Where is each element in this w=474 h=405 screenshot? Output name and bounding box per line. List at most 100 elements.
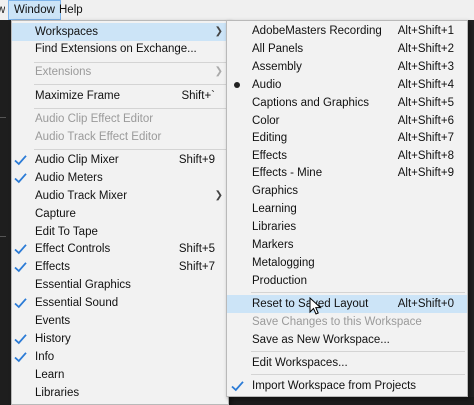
menu-item-label: Libraries (35, 387, 80, 399)
menu-item-label: Workspaces (35, 26, 99, 38)
menu-item-label: AdobeMasters Recording (252, 25, 382, 37)
checkmark-icon (14, 298, 27, 309)
menu-item-shortcut: Alt+Shift+2 (397, 43, 454, 55)
window-menu: Workspaces ❯ Find Extensions on Exchange… (11, 20, 229, 405)
menu-item-shortcut: Alt+Shift+3 (397, 61, 454, 73)
checkmark-icon (14, 262, 27, 273)
background-tick (0, 236, 6, 237)
workspace-item-production[interactable]: Production (227, 272, 467, 290)
menu-item-audio-track-effect-editor: Audio Track Effect Editor (12, 128, 228, 146)
menu-item-label: Graphics (252, 185, 299, 197)
menu-item-label: Libraries (252, 221, 297, 233)
menu-item-label: Effects (35, 261, 70, 273)
menu-item-libraries[interactable]: Libraries (12, 384, 228, 402)
checkmark-icon (14, 244, 27, 255)
menu-item-events[interactable]: Events (12, 312, 228, 330)
menu-item-label: Save as New Workspace... (252, 334, 390, 346)
workspace-item-graphics[interactable]: Graphics (227, 182, 467, 200)
menu-item-label: Edit Workspaces... (252, 357, 348, 369)
menu-separator (251, 292, 465, 293)
menu-item-edit-to-tape[interactable]: Edit To Tape (12, 223, 228, 241)
menu-item-label: Editing (252, 132, 288, 144)
workspace-item-assembly[interactable]: Assembly Alt+Shift+3 (227, 58, 467, 76)
menu-item-audio-clip-mixer[interactable]: Audio Clip Mixer Shift+9 (12, 151, 228, 169)
checkmark-icon (14, 173, 27, 184)
checkmark-icon (14, 155, 27, 166)
menu-item-shortcut: Shift+7 (178, 261, 215, 273)
menubar-item-clipped[interactable]: w (0, 0, 5, 20)
checkmark-icon (14, 334, 27, 345)
background-panel-right (468, 20, 474, 405)
menu-item-label: Markers (252, 239, 294, 251)
menu-separator (34, 149, 226, 150)
menu-item-effects[interactable]: Effects Shift+7 (12, 258, 228, 276)
menu-item-label: Color (252, 115, 280, 127)
workspace-item-import-from-projects[interactable]: Import Workspace from Projects (227, 377, 467, 395)
menu-separator (251, 351, 465, 352)
menu-item-shortcut: Alt+Shift+0 (397, 298, 454, 310)
menu-item-shortcut: Alt+Shift+9 (397, 167, 454, 179)
menu-item-capture[interactable]: Capture (12, 205, 228, 223)
menu-item-shortcut: Alt+Shift+8 (397, 150, 454, 162)
menu-separator (251, 374, 465, 375)
menu-item-label: Audio Track Effect Editor (35, 131, 162, 143)
menu-item-label: Essential Graphics (35, 279, 131, 291)
menu-item-info[interactable]: Info (12, 348, 228, 366)
workspace-item-save-changes: Save Changes to this Workspace (227, 313, 467, 331)
background-tick (0, 117, 6, 118)
menu-item-shortcut: Shift+5 (178, 243, 215, 255)
workspace-item-learning[interactable]: Learning (227, 200, 467, 218)
menu-item-label: Find Extensions on Exchange... (35, 43, 197, 55)
workspace-item-libraries[interactable]: Libraries (227, 218, 467, 236)
menu-item-label: Effect Controls (35, 243, 111, 255)
menu-item-audio-meters[interactable]: Audio Meters (12, 169, 228, 187)
menu-item-learn[interactable]: Learn (12, 366, 228, 384)
workspace-item-all-panels[interactable]: All Panels Alt+Shift+2 (227, 40, 467, 58)
menu-item-workspaces[interactable]: Workspaces ❯ (12, 23, 228, 41)
menu-item-label: Info (35, 351, 55, 363)
menu-item-label: Edit To Tape (35, 226, 98, 238)
menu-item-label: Audio (252, 79, 282, 91)
mouse-pointer-icon (309, 297, 322, 315)
menu-item-shortcut: Alt+Shift+5 (397, 97, 454, 109)
menu-item-label: Audio Clip Effect Editor (35, 113, 154, 125)
workspace-item-metalogging[interactable]: Metalogging (227, 254, 467, 272)
menu-item-label: All Panels (252, 43, 304, 55)
menu-item-label: Events (35, 315, 71, 327)
menu-item-label: Metalogging (252, 257, 315, 269)
workspace-item-color[interactable]: Color Alt+Shift+6 (227, 112, 467, 130)
workspace-item-editing[interactable]: Editing Alt+Shift+7 (227, 129, 467, 147)
workspace-item-effects[interactable]: Effects Alt+Shift+8 (227, 147, 467, 165)
menu-item-find-extensions[interactable]: Find Extensions on Exchange... (12, 40, 228, 58)
menu-item-shortcut: Alt+Shift+7 (397, 132, 454, 144)
menu-item-essential-graphics[interactable]: Essential Graphics (12, 276, 228, 294)
menu-item-label: Audio Meters (35, 172, 103, 184)
menubar-item-window[interactable]: Window (8, 0, 61, 20)
workspace-item-captions-and-graphics[interactable]: Captions and Graphics Alt+Shift+5 (227, 94, 467, 112)
menu-item-label: Production (252, 275, 307, 287)
workspace-item-reset-to-saved-layout[interactable]: Reset to Saved Layout Alt+Shift+0 (227, 295, 467, 313)
menu-item-label: Essential Sound (35, 297, 119, 309)
chevron-right-icon: ❯ (214, 66, 223, 77)
workspace-item-audio[interactable]: Audio Alt+Shift+4 (227, 76, 467, 94)
chevron-right-icon: ❯ (214, 190, 223, 201)
menu-item-audio-track-mixer[interactable]: Audio Track Mixer ❯ (12, 187, 228, 205)
workspace-item-effects-mine[interactable]: Effects - Mine Alt+Shift+9 (227, 164, 467, 182)
workspace-item-markers[interactable]: Markers (227, 236, 467, 254)
workspace-item-adobemasters-recording[interactable]: AdobeMasters Recording Alt+Shift+1 (227, 22, 467, 40)
menu-item-essential-sound[interactable]: Essential Sound (12, 294, 228, 312)
workspace-item-save-as-new[interactable]: Save as New Workspace... (227, 331, 467, 349)
workspace-item-edit-workspaces[interactable]: Edit Workspaces... (227, 354, 467, 372)
menu-item-label: Assembly (252, 61, 302, 73)
menu-item-maximize-frame[interactable]: Maximize Frame Shift+` (12, 87, 228, 105)
menu-item-label: Save Changes to this Workspace (252, 316, 422, 328)
selected-bullet-icon (234, 82, 240, 88)
menubar-item-help[interactable]: Help (54, 0, 88, 20)
menu-item-history[interactable]: History (12, 330, 228, 348)
menu-item-label: Captions and Graphics (252, 97, 369, 109)
menu-item-label: Effects (252, 150, 287, 162)
workspaces-submenu: AdobeMasters Recording Alt+Shift+1 All P… (226, 20, 468, 397)
menu-item-effect-controls[interactable]: Effect Controls Shift+5 (12, 240, 228, 258)
checkmark-icon (14, 352, 27, 363)
menu-item-label: Maximize Frame (35, 90, 120, 102)
